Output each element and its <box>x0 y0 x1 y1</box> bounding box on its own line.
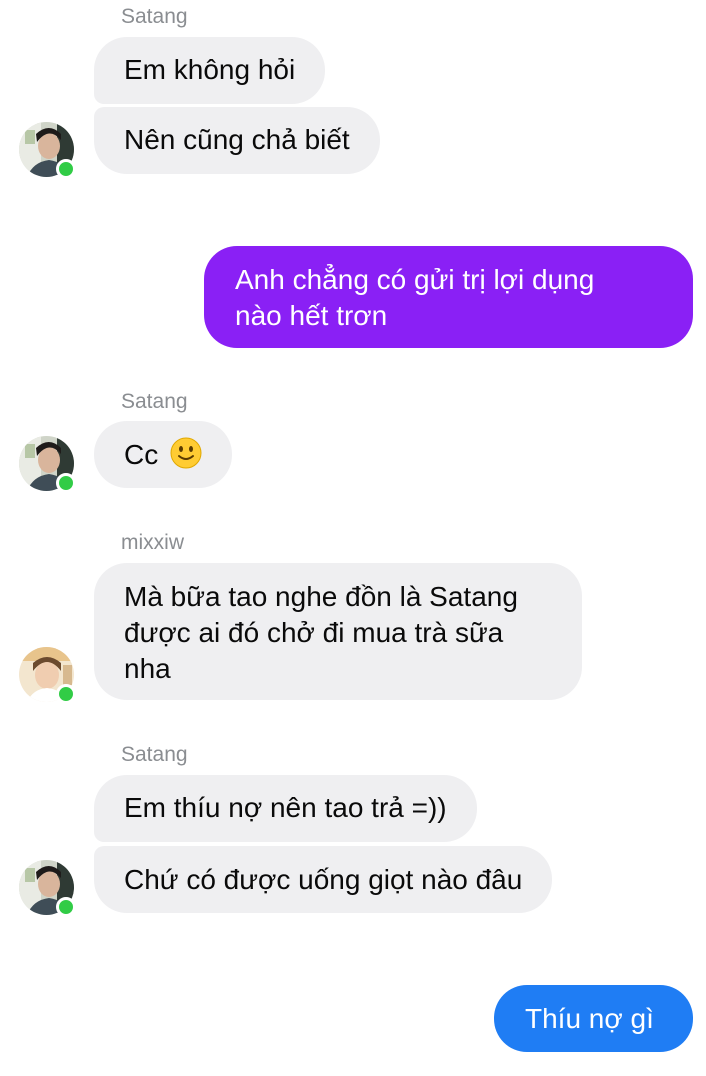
message-text: Cc <box>124 439 159 470</box>
avatar-mixxiw[interactable] <box>19 647 76 704</box>
sender-name-mixxiw: mixxiw <box>121 531 184 554</box>
avatar-satang[interactable] <box>19 860 76 917</box>
online-indicator-icon <box>56 897 76 917</box>
avatar-satang[interactable] <box>19 122 76 179</box>
online-indicator-icon <box>56 473 76 493</box>
message-text: Em thíu nợ nên tao trả =)) <box>124 792 447 823</box>
message-text: Nên cũng chả biết <box>124 124 350 155</box>
message-bubble-incoming[interactable]: Cc <box>94 421 233 488</box>
slightly-smiling-face-icon <box>170 437 202 469</box>
message-bubble-incoming[interactable]: Em thíu nợ nên tao trả =)) <box>94 775 477 842</box>
sender-name-satang: Satang <box>121 743 188 766</box>
online-indicator-icon <box>56 159 76 179</box>
message-bubble-incoming[interactable]: Nên cũng chả biết <box>94 107 380 174</box>
online-indicator-icon <box>56 684 76 704</box>
message-text-line: được ai đó chở đi mua trà sữa <box>124 617 504 648</box>
message-bubble-outgoing[interactable]: Thíu nợ gì <box>494 985 693 1052</box>
sender-name-satang: Satang <box>121 390 188 413</box>
sender-name-satang: Satang <box>121 5 188 28</box>
message-bubble-outgoing[interactable]: Anh chẳng có gửi trị lợi dụng nào hết tr… <box>204 246 693 348</box>
message-text: Chứ có được uống giọt nào đâu <box>124 864 523 895</box>
message-bubble-incoming[interactable]: Chứ có được uống giọt nào đâu <box>94 846 553 913</box>
message-text: Em không hỏi <box>124 54 296 85</box>
message-text-line: nào hết trơn <box>235 300 388 331</box>
message-text-line: Anh chẳng có gửi trị lợi dụng <box>235 264 595 295</box>
message-text-line: nha <box>124 653 171 684</box>
avatar-satang[interactable] <box>19 436 76 493</box>
message-text-line: Mà bữa tao nghe đồn là Satang <box>124 581 518 612</box>
message-text: Thíu nợ gì <box>525 1003 654 1034</box>
message-bubble-incoming[interactable]: Em không hỏi <box>94 37 326 104</box>
message-bubble-incoming[interactable]: Mà bữa tao nghe đồn là Satang được ai đó… <box>94 563 582 700</box>
